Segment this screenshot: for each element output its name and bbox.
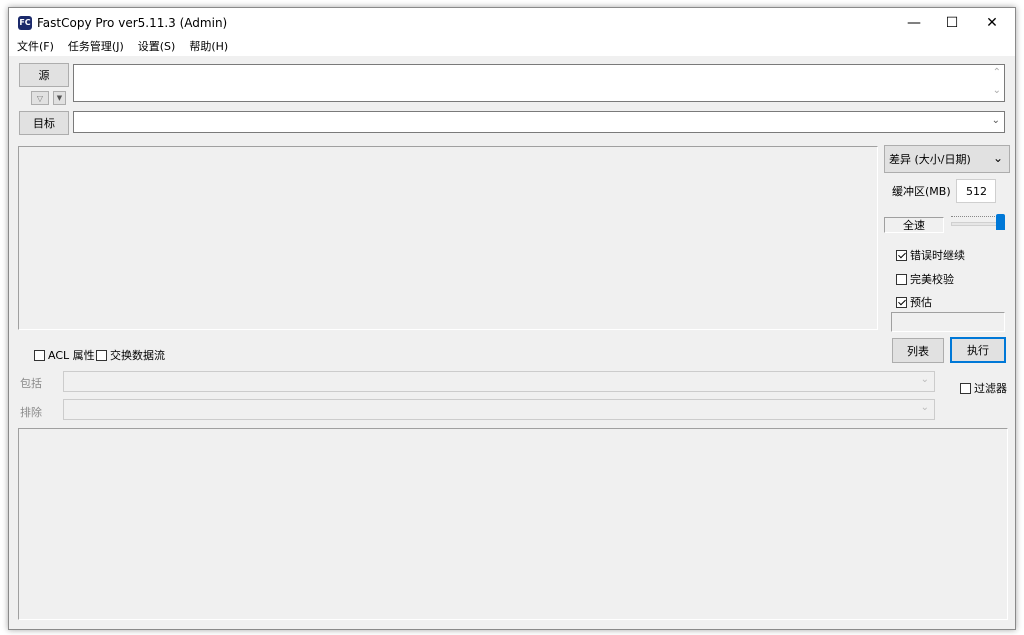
scroll-down-icon[interactable]: ⌄ [993, 85, 1001, 96]
chevron-down-icon[interactable]: ⌄ [992, 115, 1000, 126]
estimate-label: 预估 [910, 296, 932, 309]
list-button[interactable]: 列表 [892, 338, 944, 363]
chevron-down-icon: ⌄ [920, 402, 929, 413]
estimate-checkbox[interactable]: 预估 [896, 294, 932, 310]
exclude-label: 排除 [20, 406, 42, 419]
target-button[interactable]: 目标 [19, 111, 69, 135]
checkbox-box [896, 273, 907, 285]
window-title: FastCopy Pro ver5.11.3 (Admin) [37, 16, 228, 30]
streams-label: 交换数据流 [110, 349, 165, 362]
include-label: 包括 [20, 377, 42, 390]
verify-checkbox[interactable]: 完美校验 [896, 271, 954, 287]
execute-button[interactable]: 执行 [950, 337, 1006, 363]
buffer-label: 缓冲区(MB) [892, 185, 951, 198]
menu-file[interactable]: 文件(F) [9, 38, 60, 56]
source-input[interactable]: ⌃ ⌄ [73, 64, 1005, 102]
speed-indicator: 全速 [884, 217, 944, 233]
chevron-down-icon: ▼ [56, 94, 63, 102]
slider-thumb[interactable] [996, 214, 1005, 230]
scroll-up-icon[interactable]: ⌃ [993, 67, 1001, 78]
app-window: FC FastCopy Pro ver5.11.3 (Admin) — ☐ ✕ … [8, 7, 1016, 630]
maximize-icon: ☐ [945, 15, 959, 31]
continue-on-error-checkbox[interactable]: 错误时继续 [896, 247, 965, 263]
source-dropdown-button[interactable]: ▼ [53, 91, 66, 105]
close-button[interactable]: ✕ [969, 8, 1015, 38]
include-input[interactable]: ⌄ [63, 371, 935, 392]
mode-select[interactable]: 差异 (大小/日期) ⌄ [884, 145, 1010, 173]
checkbox-box [34, 349, 45, 361]
slider-ticks [951, 216, 1001, 219]
chevron-down-icon: ⌄ [992, 151, 1003, 165]
log-area [18, 428, 1008, 620]
target-input[interactable]: ⌄ [73, 111, 1005, 133]
menu-bar: 文件(F) 任务管理(J) 设置(S) 帮助(H) [9, 38, 1015, 56]
checkbox-box [896, 296, 907, 308]
menu-settings[interactable]: 设置(S) [130, 38, 182, 56]
exclude-input[interactable]: ⌄ [63, 399, 935, 420]
filter-label: 过滤器 [974, 382, 1007, 395]
title-bar: FC FastCopy Pro ver5.11.3 (Admin) — ☐ ✕ [9, 8, 1015, 38]
buffer-input[interactable]: 512 [956, 179, 996, 203]
app-icon: FC [18, 16, 32, 30]
checkbox-box [896, 249, 907, 261]
triangle-down-icon: ▽ [36, 93, 44, 103]
verify-label: 完美校验 [910, 273, 954, 286]
minimize-icon: — [907, 15, 921, 31]
menu-job[interactable]: 任务管理(J) [60, 38, 130, 56]
chevron-down-icon: ⌄ [920, 374, 929, 385]
acl-label: ACL 属性 [48, 349, 95, 362]
speed-label: 全速 [903, 219, 925, 232]
acl-checkbox[interactable]: ACL 属性 [34, 347, 95, 363]
close-icon: ✕ [986, 15, 998, 31]
checkbox-box [960, 382, 971, 394]
menu-help[interactable]: 帮助(H) [181, 38, 234, 56]
mode-selected-text: 差异 (大小/日期) [889, 153, 971, 166]
streams-checkbox[interactable]: 交换数据流 [96, 347, 165, 363]
source-history-down-button[interactable]: ▽ [31, 91, 49, 105]
source-button[interactable]: 源 [19, 63, 69, 87]
status-area [18, 146, 878, 330]
buffer-value: 512 [966, 185, 987, 198]
filter-checkbox[interactable]: 过滤器 [960, 380, 1007, 396]
continue-on-error-label: 错误时继续 [910, 249, 965, 262]
speed-slider[interactable] [951, 214, 1007, 230]
checkbox-box [96, 349, 107, 361]
progress-area [891, 312, 1005, 332]
